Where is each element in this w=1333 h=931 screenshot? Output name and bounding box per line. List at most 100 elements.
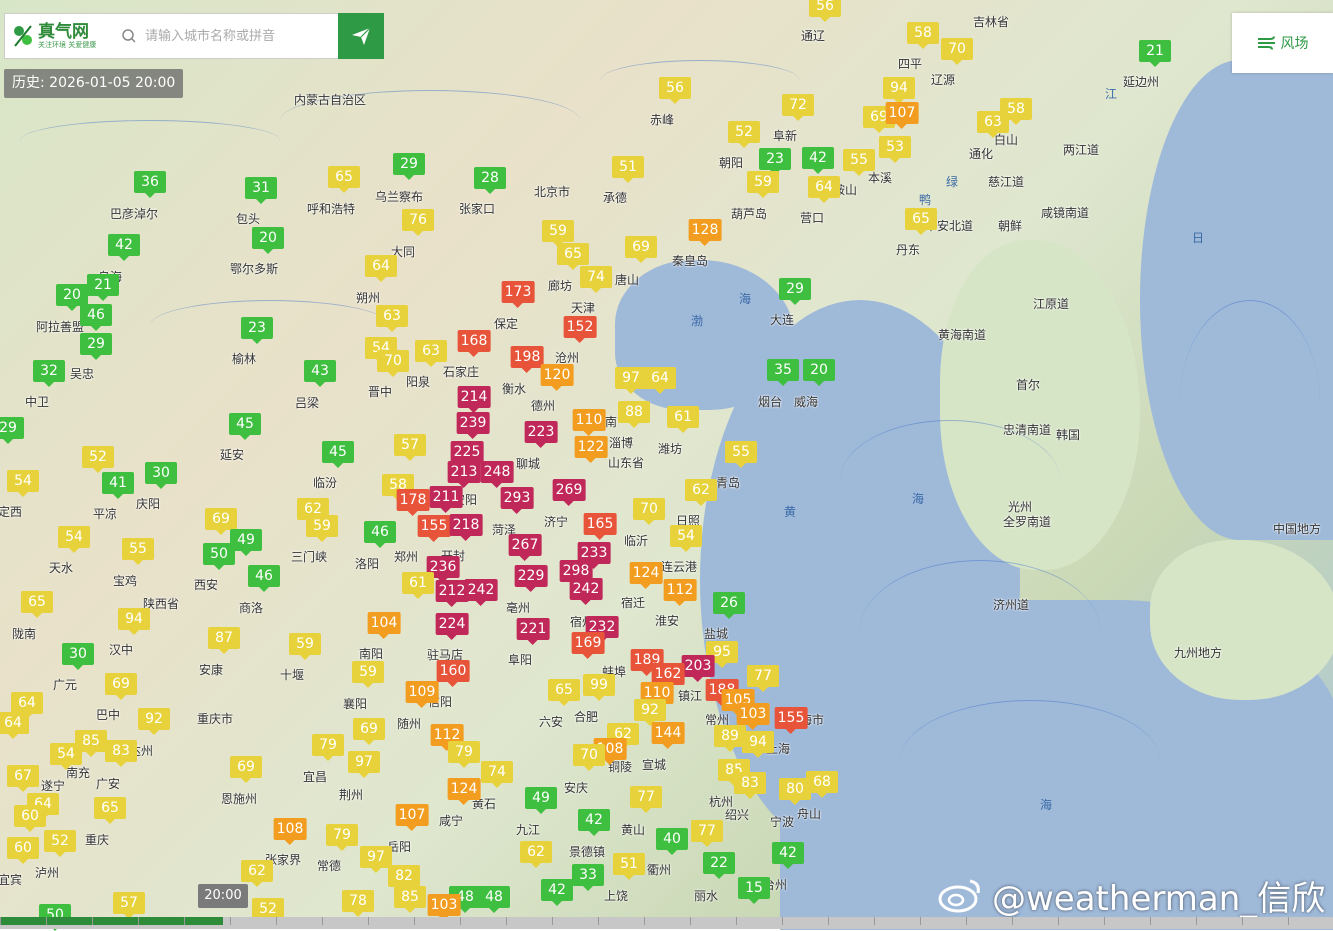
aqi-marker[interactable]: 77	[747, 665, 779, 692]
aqi-marker[interactable]: 83	[105, 740, 137, 767]
aqi-marker[interactable]: 21	[1139, 40, 1171, 67]
aqi-marker[interactable]: 69	[230, 756, 262, 783]
aqi-marker[interactable]: 78	[342, 890, 374, 917]
aqi-marker[interactable]: 53	[879, 136, 911, 163]
aqi-marker[interactable]: 64	[365, 255, 397, 282]
aqi-marker[interactable]: 212	[435, 580, 469, 607]
aqi-marker[interactable]: 69	[625, 236, 657, 263]
aqi-marker[interactable]: 88	[618, 401, 650, 428]
aqi-marker[interactable]: 97	[615, 367, 647, 394]
aqi-marker[interactable]: 42	[772, 842, 804, 869]
aqi-marker[interactable]: 54	[670, 525, 702, 552]
aqi-marker[interactable]: 124	[447, 778, 481, 805]
aqi-marker[interactable]: 120	[540, 364, 574, 391]
aqi-marker[interactable]: 155	[774, 707, 808, 734]
aqi-marker[interactable]: 198	[510, 346, 544, 373]
aqi-marker[interactable]: 109	[405, 681, 439, 708]
aqi-marker[interactable]: 52	[44, 830, 76, 857]
aqi-marker[interactable]: 63	[415, 340, 447, 367]
aqi-marker[interactable]: 48	[478, 886, 510, 913]
aqi-marker[interactable]: 103	[736, 703, 770, 730]
aqi-marker[interactable]: 122	[574, 436, 608, 463]
aqi-marker[interactable]: 26	[713, 592, 745, 619]
aqi-marker[interactable]: 62	[241, 860, 273, 887]
aqi-marker[interactable]: 160	[436, 660, 470, 687]
aqi-marker[interactable]: 56	[809, 0, 841, 22]
logo[interactable]: 真气网 关注环境 关爱健康	[5, 14, 115, 58]
aqi-marker[interactable]: 104	[367, 612, 401, 639]
aqi-marker[interactable]: 152	[563, 316, 597, 343]
aqi-marker[interactable]: 60	[14, 805, 46, 832]
aqi-marker[interactable]: 267	[508, 534, 542, 561]
aqi-marker[interactable]: 20	[56, 284, 88, 311]
aqi-marker[interactable]: 29	[779, 278, 811, 305]
aqi-marker[interactable]: 99	[583, 674, 615, 701]
search-submit-button[interactable]	[338, 13, 384, 59]
aqi-marker[interactable]: 22	[703, 852, 735, 879]
aqi-marker[interactable]: 79	[312, 734, 344, 761]
aqi-marker[interactable]: 83	[734, 772, 766, 799]
aqi-marker[interactable]: 74	[580, 266, 612, 293]
aqi-marker[interactable]: 54	[50, 743, 82, 770]
aqi-marker[interactable]: 173	[501, 281, 535, 308]
aqi-marker[interactable]: 55	[843, 149, 875, 176]
aqi-marker[interactable]: 42	[802, 147, 834, 174]
aqi-marker[interactable]: 62	[685, 479, 717, 506]
aqi-marker[interactable]: 59	[352, 661, 384, 688]
aqi-marker[interactable]: 94	[883, 77, 915, 104]
aqi-marker[interactable]: 57	[113, 892, 145, 919]
aqi-marker[interactable]: 35	[767, 359, 799, 386]
aqi-marker[interactable]: 55	[122, 538, 154, 565]
aqi-marker[interactable]: 74	[481, 761, 513, 788]
aqi-marker[interactable]: 45	[322, 441, 354, 468]
aqi-marker[interactable]: 59	[289, 633, 321, 660]
aqi-marker[interactable]: 124	[629, 562, 663, 589]
aqi-marker[interactable]: 69	[205, 508, 237, 535]
aqi-marker[interactable]: 28	[474, 167, 506, 194]
aqi-marker[interactable]: 32	[33, 360, 65, 387]
timeline-bar[interactable]	[0, 917, 1333, 929]
aqi-marker[interactable]: 64	[808, 176, 840, 203]
wind-field-toggle-button[interactable]: 风场	[1232, 13, 1333, 73]
aqi-marker[interactable]: 218	[449, 514, 483, 541]
aqi-marker[interactable]: 110	[572, 409, 606, 436]
aqi-marker[interactable]: 224	[435, 613, 469, 640]
aqi-marker[interactable]: 29	[80, 333, 112, 360]
aqi-marker[interactable]: 49	[525, 787, 557, 814]
aqi-marker[interactable]: 59	[747, 171, 779, 198]
aqi-marker[interactable]: 42	[578, 809, 610, 836]
aqi-marker[interactable]: 214	[457, 386, 491, 413]
aqi-marker[interactable]: 56	[659, 77, 691, 104]
aqi-marker[interactable]: 213	[447, 461, 481, 488]
aqi-marker[interactable]: 80	[779, 778, 811, 805]
aqi-marker[interactable]: 203	[681, 655, 715, 682]
aqi-marker[interactable]: 70	[377, 350, 409, 377]
aqi-marker[interactable]: 72	[782, 94, 814, 121]
aqi-marker[interactable]: 43	[304, 360, 336, 387]
aqi-marker[interactable]: 229	[514, 565, 548, 592]
aqi-marker[interactable]: 178	[396, 489, 430, 516]
aqi-marker[interactable]: 64	[644, 367, 676, 394]
aqi-marker[interactable]: 242	[464, 579, 498, 606]
aqi-marker[interactable]: 65	[94, 797, 126, 824]
aqi-marker[interactable]: 92	[634, 699, 666, 726]
aqi-marker[interactable]: 40	[656, 828, 688, 855]
aqi-marker[interactable]: 94	[742, 731, 774, 758]
aqi-marker[interactable]: 51	[613, 853, 645, 880]
aqi-marker[interactable]: 107	[885, 102, 919, 129]
aqi-marker[interactable]: 79	[326, 824, 358, 851]
aqi-marker[interactable]: 41	[102, 472, 134, 499]
aqi-marker[interactable]: 82	[388, 865, 420, 892]
aqi-marker[interactable]: 15	[738, 877, 770, 904]
aqi-marker[interactable]: 20	[252, 227, 284, 254]
aqi-marker[interactable]: 112	[663, 579, 697, 606]
aqi-marker[interactable]: 92	[138, 708, 170, 735]
aqi-marker[interactable]: 23	[241, 317, 273, 344]
aqi-marker[interactable]: 293	[500, 487, 534, 514]
aqi-marker[interactable]: 36	[134, 171, 166, 198]
city-search-input[interactable]	[143, 27, 337, 45]
aqi-marker[interactable]: 269	[552, 479, 586, 506]
aqi-marker[interactable]: 221	[516, 618, 550, 645]
aqi-marker[interactable]: 31	[245, 177, 277, 204]
aqi-marker[interactable]: 76	[402, 209, 434, 236]
